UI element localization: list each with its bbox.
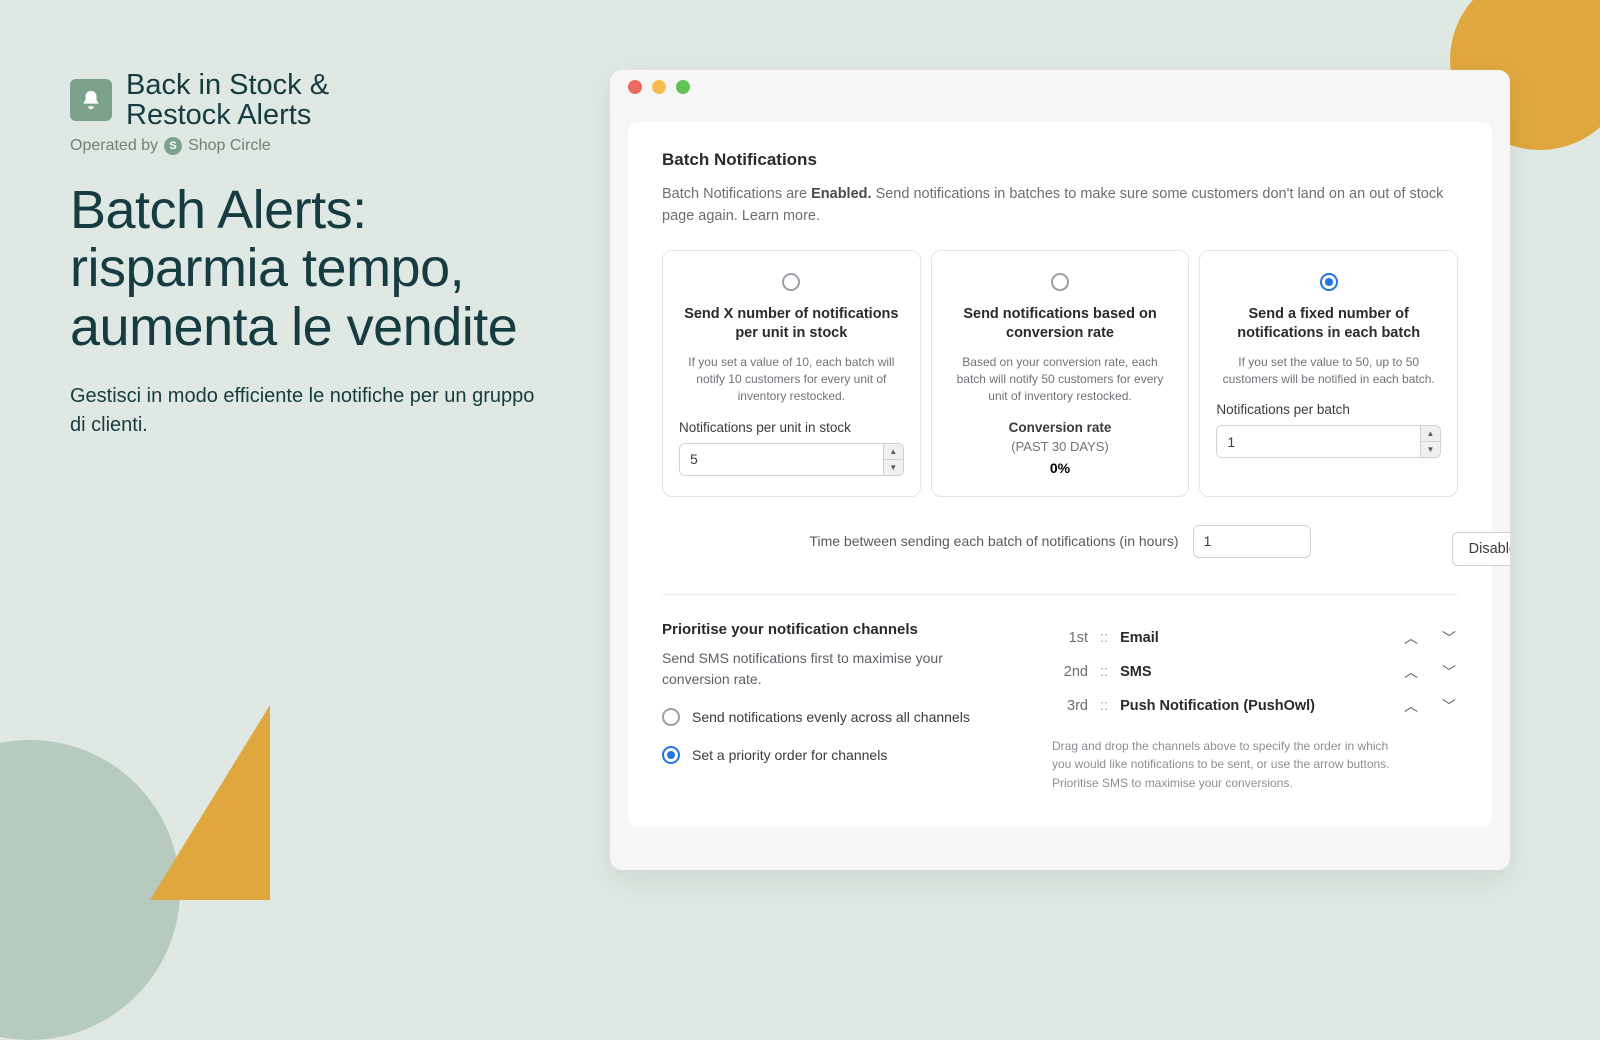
separator: :: bbox=[1100, 630, 1108, 646]
conversion-rate-label: Conversion rate bbox=[1009, 420, 1112, 435]
channel-ordinal: 3rd bbox=[1052, 698, 1088, 714]
marketing-subhead: Gestisci in modo efficiente le notifiche… bbox=[70, 382, 550, 440]
option-conversion-rate[interactable]: Send notifications based on conversion r… bbox=[931, 250, 1190, 497]
marketing-headline: Batch Alerts: risparmia tempo, aumenta l… bbox=[70, 181, 550, 356]
option-fixed-number[interactable]: Send a fixed number of notifications in … bbox=[1199, 250, 1458, 497]
brand-name: Back in Stock & Restock Alerts bbox=[126, 70, 329, 131]
card-desc: If you set the value to 50, up to 50 cus… bbox=[1216, 354, 1441, 389]
priority-subtitle: Send SMS notifications first to maximise… bbox=[662, 648, 1012, 690]
disable-button[interactable]: Disable bbox=[1452, 532, 1510, 566]
chevron-down-icon[interactable]: ﹀ bbox=[1440, 662, 1458, 682]
field-label: Notifications per batch bbox=[1216, 402, 1441, 417]
card-title: Send X number of notifications per unit … bbox=[679, 305, 904, 344]
batch-notifications-panel: Batch Notifications Batch Notifications … bbox=[628, 122, 1492, 827]
panel-status: Batch Notifications are Enabled. Send no… bbox=[662, 184, 1458, 228]
conversion-rate-period: (PAST 30 DAYS) bbox=[1011, 439, 1109, 454]
learn-more-link[interactable]: Learn more. bbox=[742, 208, 820, 224]
stepper-down-icon[interactable]: ▼ bbox=[1421, 442, 1440, 457]
notifications-per-batch-input[interactable]: ▲ ▼ bbox=[1216, 425, 1441, 458]
option-even-channels[interactable]: Send notifications evenly across all cha… bbox=[662, 708, 1012, 726]
option-label: Set a priority order for channels bbox=[692, 747, 887, 763]
conversion-rate-value: 0% bbox=[1050, 460, 1070, 476]
channel-ordinal: 2nd bbox=[1052, 664, 1088, 680]
stepper-down-icon[interactable]: ▼ bbox=[884, 460, 903, 475]
radio-per-unit[interactable] bbox=[782, 273, 800, 291]
input-value[interactable] bbox=[1194, 526, 1311, 557]
time-between-label: Time between sending each batch of notif… bbox=[809, 533, 1178, 549]
stepper-up-icon[interactable]: ▲ bbox=[884, 444, 903, 460]
channel-row-sms[interactable]: 2nd :: SMS ︿ ﹀ bbox=[1052, 655, 1458, 689]
option-per-unit[interactable]: Send X number of notifications per unit … bbox=[662, 250, 921, 497]
window-zoom-icon[interactable] bbox=[676, 80, 690, 94]
channel-name: Email bbox=[1120, 630, 1159, 646]
chevron-up-icon[interactable]: ︿ bbox=[1402, 696, 1420, 716]
card-desc: Based on your conversion rate, each batc… bbox=[948, 354, 1173, 406]
priority-title: Prioritise your notification channels bbox=[662, 621, 1012, 638]
notifications-per-unit-input[interactable]: ▲ ▼ bbox=[679, 443, 904, 476]
option-label: Send notifications evenly across all cha… bbox=[692, 709, 970, 725]
card-title: Send notifications based on conversion r… bbox=[948, 305, 1173, 344]
channel-name: SMS bbox=[1120, 664, 1151, 680]
bell-icon bbox=[70, 79, 112, 121]
stepper-up-icon[interactable]: ▲ bbox=[1421, 426, 1440, 442]
channel-name: Push Notification (PushOwl) bbox=[1120, 698, 1315, 714]
channel-ordinal: 1st bbox=[1052, 630, 1088, 646]
card-desc: If you set a value of 10, each batch wil… bbox=[679, 354, 904, 406]
separator: :: bbox=[1100, 664, 1108, 680]
shop-circle-icon: S bbox=[164, 137, 182, 155]
card-title: Send a fixed number of notifications in … bbox=[1216, 305, 1441, 344]
window-minimize-icon[interactable] bbox=[652, 80, 666, 94]
decoration-triangle bbox=[150, 705, 270, 900]
priority-help-text: Drag and drop the channels above to spec… bbox=[1052, 737, 1392, 793]
chevron-up-icon[interactable]: ︿ bbox=[1402, 662, 1420, 682]
window-titlebar bbox=[610, 70, 1510, 104]
window-close-icon[interactable] bbox=[628, 80, 642, 94]
chevron-down-icon[interactable]: ﹀ bbox=[1440, 696, 1458, 716]
channel-row-email[interactable]: 1st :: Email ︿ ﹀ bbox=[1052, 621, 1458, 655]
divider bbox=[662, 594, 1458, 595]
input-value[interactable] bbox=[1217, 426, 1420, 457]
chevron-down-icon[interactable]: ﹀ bbox=[1440, 628, 1458, 648]
separator: :: bbox=[1100, 698, 1108, 714]
field-label: Notifications per unit in stock bbox=[679, 420, 904, 435]
brand-logo: Back in Stock & Restock Alerts bbox=[70, 70, 550, 131]
app-window: Batch Notifications Batch Notifications … bbox=[610, 70, 1510, 870]
operated-by: Operated by S Shop Circle bbox=[70, 137, 550, 155]
radio-conversion[interactable] bbox=[1051, 273, 1069, 291]
option-priority-order[interactable]: Set a priority order for channels bbox=[662, 746, 1012, 764]
radio-fixed[interactable] bbox=[1320, 273, 1338, 291]
radio-even[interactable] bbox=[662, 708, 680, 726]
chevron-up-icon[interactable]: ︿ bbox=[1402, 628, 1420, 648]
input-value[interactable] bbox=[680, 444, 883, 475]
time-between-input[interactable]: ▲ ▼ bbox=[1193, 525, 1311, 558]
channel-row-push[interactable]: 3rd :: Push Notification (PushOwl) ︿ ﹀ bbox=[1052, 689, 1458, 723]
radio-priority[interactable] bbox=[662, 746, 680, 764]
panel-title: Batch Notifications bbox=[662, 150, 1458, 170]
